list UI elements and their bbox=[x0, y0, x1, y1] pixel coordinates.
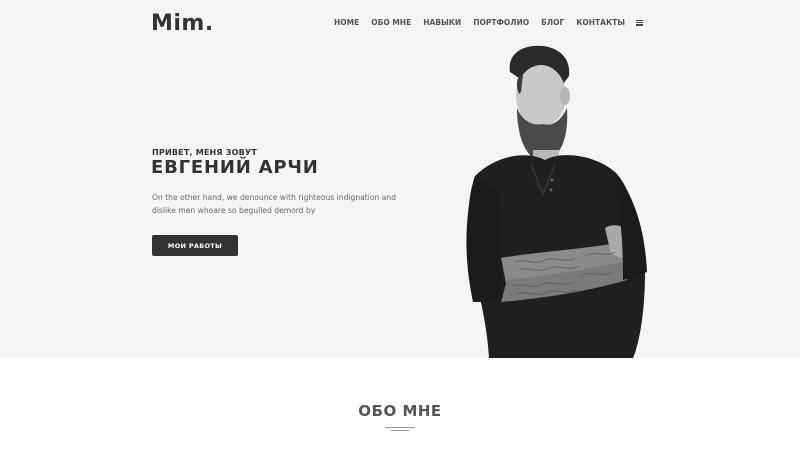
hero-section: Mim. HOME ОБО МНЕ НАВЫКИ ПОРТФОЛИО БЛОГ … bbox=[0, 0, 800, 358]
nav-item-contacts[interactable]: КОНТАКТЫ bbox=[576, 18, 625, 27]
title-divider bbox=[385, 427, 415, 431]
hamburger-icon[interactable] bbox=[636, 19, 643, 26]
nav-item-portfolio[interactable]: ПОРТФОЛИО bbox=[473, 18, 529, 27]
my-works-button[interactable]: МОИ РАБОТЫ bbox=[152, 235, 238, 256]
nav-item-skills[interactable]: НАВЫКИ bbox=[423, 18, 461, 27]
hero-name: ЕВГЕНИЙ АРЧИ bbox=[151, 157, 319, 178]
nav-item-about[interactable]: ОБО МНЕ bbox=[371, 18, 411, 27]
about-section-title: ОБО МНЕ bbox=[358, 402, 442, 420]
main-nav: HOME ОБО МНЕ НАВЫКИ ПОРТФОЛИО БЛОГ КОНТА… bbox=[322, 18, 643, 27]
hero-description: On the other hand, we denounce with righ… bbox=[152, 193, 397, 215]
site-logo[interactable]: Mim. bbox=[151, 11, 214, 36]
nav-item-home[interactable]: HOME bbox=[334, 18, 359, 27]
hero-greeting: ПРИВЕТ, МЕНЯ ЗОВУТ bbox=[152, 148, 257, 157]
nav-item-blog[interactable]: БЛОГ bbox=[541, 18, 564, 27]
portrait-image bbox=[466, 45, 647, 358]
